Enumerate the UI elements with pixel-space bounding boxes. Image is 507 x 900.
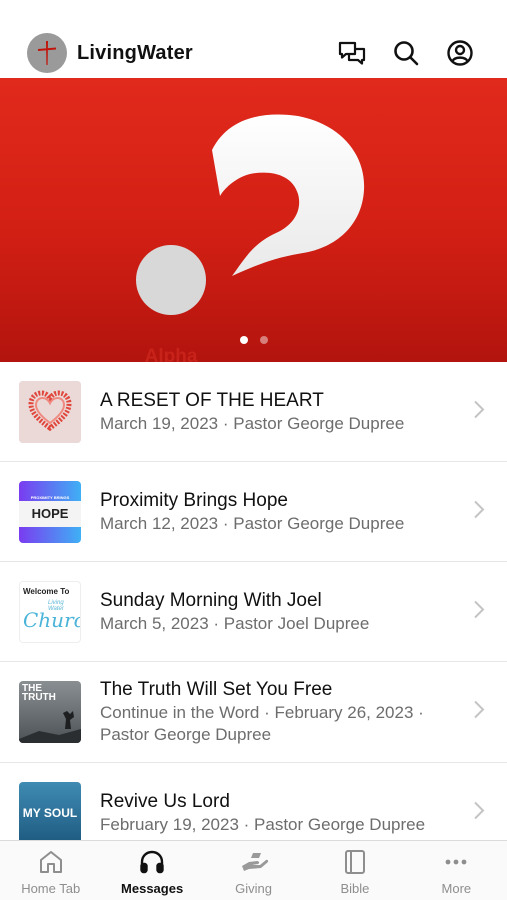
message-thumbnail: THE TRUTH	[19, 681, 81, 743]
list-item[interactable]: A RESET OF THE HEART March 19, 2023 · Pa…	[0, 362, 507, 462]
logo-cross-icon[interactable]	[27, 33, 67, 73]
message-meta: March 5, 2023 · Pastor Joel Dupree	[100, 613, 370, 633]
heart-icon	[19, 380, 81, 443]
tab-label: Home Tab	[21, 881, 81, 896]
message-meta: Continue in the Word · February 26, 2023…	[100, 703, 424, 744]
tab-more[interactable]: More	[406, 841, 507, 900]
giving-hand-icon	[241, 853, 268, 871]
headphones-icon	[140, 850, 164, 874]
thumb-small-text: PROXIMITY BRINGS	[30, 494, 70, 500]
thumb-top-text: Welcome To	[23, 586, 70, 596]
search-icon[interactable]	[390, 37, 422, 69]
tab-label: Bible	[340, 881, 370, 896]
message-title: Proximity Brings Hope	[100, 489, 288, 511]
thumb-big-text: HOPE	[31, 505, 69, 521]
chevron-right-icon	[473, 399, 485, 424]
chevron-right-icon	[473, 800, 485, 825]
message-meta: March 12, 2023 · Pastor George Dupree	[100, 513, 405, 533]
list-item[interactable]: PROXIMITY BRINGS HOPE Proximity Brings H…	[0, 462, 507, 562]
tab-home[interactable]: Home Tab	[0, 841, 101, 900]
message-title: The Truth Will Set You Free	[100, 679, 333, 700]
home-icon	[39, 851, 62, 873]
message-title: A RESET OF THE HEART	[100, 389, 324, 411]
message-title: Revive Us Lord	[100, 790, 230, 812]
header-actions	[336, 37, 476, 69]
list-item[interactable]: Welcome To Living Water Church Sunday Mo…	[0, 562, 507, 662]
tab-giving[interactable]: Giving	[203, 841, 304, 900]
chevron-right-icon	[473, 599, 485, 624]
status-bar	[0, 0, 507, 28]
message-thumbnail: Welcome To Living Water Church	[19, 580, 81, 643]
alpha-badge-text: Alpha	[144, 346, 198, 362]
bible-book-icon	[344, 850, 365, 874]
more-dots-icon	[445, 859, 467, 865]
bottom-tab-bar: Home Tab Messages Giving Bible More	[0, 840, 507, 900]
message-title: Sunday Morning With Joel	[100, 589, 322, 611]
account-icon[interactable]	[444, 37, 476, 69]
app-title: LivingWater	[77, 41, 193, 64]
tab-label: More	[441, 881, 472, 896]
tab-label: Giving	[235, 881, 272, 896]
message-list: A RESET OF THE HEART March 19, 2023 · Pa…	[0, 362, 507, 863]
tab-messages[interactable]: Messages	[101, 841, 202, 900]
alpha-question-mark-graphic	[136, 114, 365, 315]
message-thumbnail	[19, 380, 81, 443]
app-header: LivingWater	[0, 28, 507, 78]
carousel-dots	[0, 336, 507, 344]
tab-bible[interactable]: Bible	[304, 841, 405, 900]
chat-icon[interactable]	[336, 37, 368, 69]
message-thumbnail: MY SOUL	[19, 781, 81, 844]
tab-label: Messages	[121, 881, 184, 896]
carousel-dot-1[interactable]	[239, 336, 248, 344]
thumb-word-text: MY SOUL	[22, 805, 78, 820]
list-item[interactable]: THE TRUTH The Truth Will Set You Free Co…	[0, 662, 507, 763]
message-meta: March 19, 2023 · Pastor George Dupree	[100, 413, 405, 433]
chevron-right-icon	[473, 700, 485, 725]
message-thumbnail: PROXIMITY BRINGS HOPE	[19, 480, 81, 543]
person-silhouette-icon	[19, 711, 81, 743]
chevron-right-icon	[473, 499, 485, 524]
message-meta: February 19, 2023 · Pastor George Dupree	[100, 814, 426, 834]
thumb-word-text: Church	[23, 607, 80, 632]
hero-banner[interactable]: Alpha	[0, 78, 507, 362]
carousel-dot-2[interactable]	[259, 336, 268, 344]
